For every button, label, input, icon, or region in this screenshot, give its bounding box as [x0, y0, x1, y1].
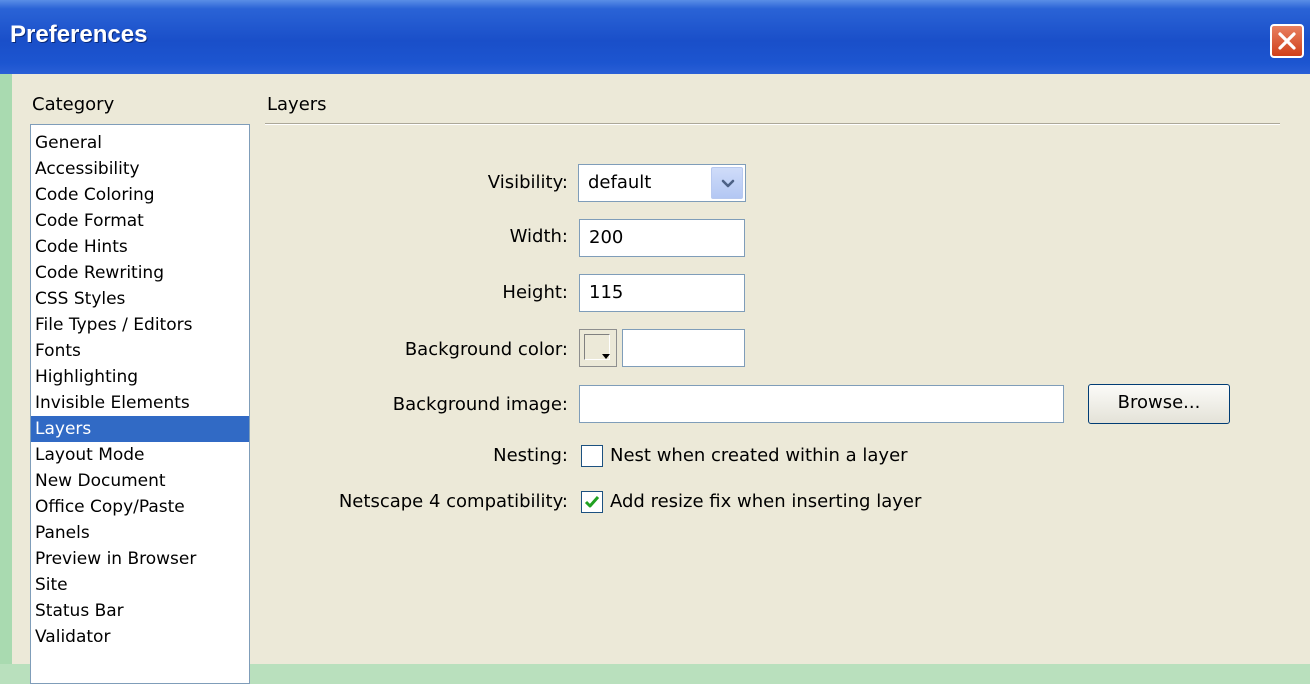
- category-item-code-coloring[interactable]: Code Coloring: [31, 182, 249, 208]
- background-color-label: Background color:: [404, 339, 568, 360]
- panel-heading: Layers: [267, 94, 327, 115]
- width-input[interactable]: 200: [579, 219, 745, 257]
- desktop-background: [0, 0, 12, 664]
- category-item-validator[interactable]: Validator: [31, 624, 249, 650]
- category-item-general[interactable]: General: [31, 130, 249, 156]
- height-label: Height:: [502, 282, 568, 303]
- category-heading: Category: [32, 94, 115, 115]
- height-input[interactable]: 115: [579, 274, 745, 312]
- close-button[interactable]: [1270, 24, 1304, 58]
- color-picker-button[interactable]: [579, 329, 617, 367]
- category-item-site[interactable]: Site: [31, 572, 249, 598]
- nesting-label: Nesting:: [493, 445, 568, 466]
- category-item-preview-in-browser[interactable]: Preview in Browser: [31, 546, 249, 572]
- netscape-compat-label: Netscape 4 compatibility:: [338, 491, 568, 512]
- width-label: Width:: [509, 226, 568, 247]
- checkmark-icon: [584, 496, 600, 508]
- category-item-status-bar[interactable]: Status Bar: [31, 598, 249, 624]
- visibility-value: default: [588, 172, 652, 193]
- category-item-accessibility[interactable]: Accessibility: [31, 156, 249, 182]
- category-item-fonts[interactable]: Fonts: [31, 338, 249, 364]
- visibility-dropdown-button[interactable]: [711, 167, 743, 199]
- visibility-label: Visibility:: [487, 172, 568, 193]
- category-item-css-styles[interactable]: CSS Styles: [31, 286, 249, 312]
- nesting-checkbox-label[interactable]: Nest when created within a layer: [610, 445, 908, 467]
- picker-arrow-icon: [602, 354, 610, 359]
- category-item-code-format[interactable]: Code Format: [31, 208, 249, 234]
- background-image-input[interactable]: [579, 385, 1064, 423]
- category-item-invisible-elements[interactable]: Invisible Elements: [31, 390, 249, 416]
- category-item-panels[interactable]: Panels: [31, 520, 249, 546]
- title-bar[interactable]: Preferences: [0, 0, 1310, 74]
- category-item-file-types-editors[interactable]: File Types / Editors: [31, 312, 249, 338]
- netscape-compat-checkbox-label[interactable]: Add resize fix when inserting layer: [610, 491, 921, 513]
- visibility-select[interactable]: default: [578, 164, 746, 202]
- nesting-checkbox[interactable]: [581, 445, 603, 467]
- category-item-layout-mode[interactable]: Layout Mode: [31, 442, 249, 468]
- category-item-layers[interactable]: Layers: [31, 416, 249, 442]
- category-item-code-hints[interactable]: Code Hints: [31, 234, 249, 260]
- background-color-input[interactable]: [622, 329, 745, 367]
- panel-divider: [265, 123, 1280, 125]
- category-list[interactable]: General Accessibility Code Coloring Code…: [30, 124, 250, 684]
- netscape-compat-checkbox[interactable]: [581, 491, 603, 513]
- category-item-highlighting[interactable]: Highlighting: [31, 364, 249, 390]
- close-icon: [1278, 32, 1296, 50]
- browse-button[interactable]: Browse...: [1088, 384, 1230, 424]
- category-item-office-copy-paste[interactable]: Office Copy/Paste: [31, 494, 249, 520]
- window-title: Preferences: [10, 21, 148, 48]
- chevron-down-icon: [721, 179, 735, 188]
- background-image-label: Background image:: [392, 394, 568, 415]
- category-item-new-document[interactable]: New Document: [31, 468, 249, 494]
- category-item-code-rewriting[interactable]: Code Rewriting: [31, 260, 249, 286]
- preferences-dialog: Category General Accessibility Code Colo…: [12, 74, 1310, 684]
